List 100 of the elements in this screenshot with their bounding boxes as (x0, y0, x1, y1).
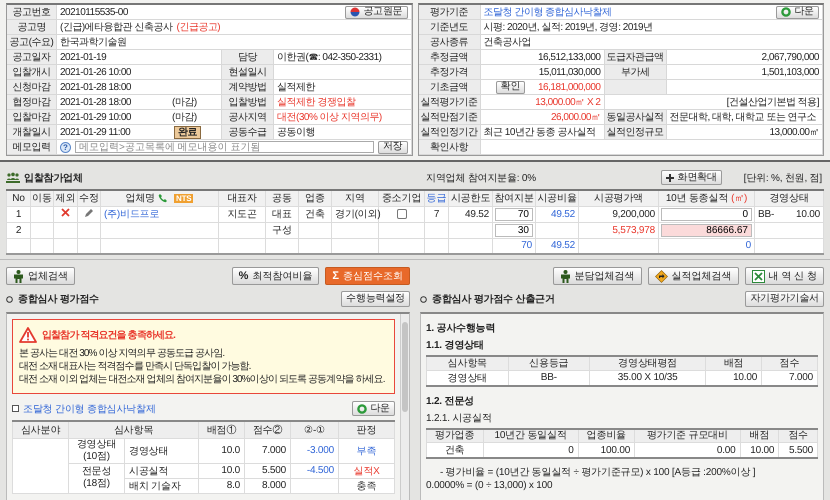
urgent-tag: (긴급공고) (176, 20, 220, 34)
column-header: 신용등급 (508, 356, 590, 370)
verdict-cell: 실적X (338, 463, 394, 478)
field-label: 공사지역 (222, 110, 274, 125)
field-label: 공고번호 (7, 5, 57, 20)
help-icon[interactable]: ? (60, 142, 71, 152)
field-value: 실적제한 경쟁입찰 (277, 96, 356, 109)
column-header: 대표자 (218, 190, 266, 206)
column-header: ②-① (290, 421, 339, 438)
criteria-link[interactable]: 조달청 간이형 종합심사낙찰제 (484, 5, 612, 19)
region-share-text: 지역업체 참여지분율: 0% (426, 172, 536, 184)
field-label: 공사종류 (418, 35, 480, 50)
column-header: 시공한도 (448, 190, 492, 206)
field-label: 개찰일시 (7, 125, 57, 140)
table-cell: 8.0 (198, 478, 245, 493)
column-header: 10년간 동일실적 (483, 428, 578, 442)
table-cell: 건축 (426, 442, 483, 458)
table-cell: 9,200,000 (578, 206, 658, 222)
status-text: (마감) (172, 111, 197, 124)
record-input[interactable]: 0 (661, 208, 752, 220)
spreadsheet-icon (752, 270, 765, 282)
field-value: 전문대학, 대학, 대학교 또는 연구소 (670, 111, 816, 124)
section-title: 종합심사 평가점수 (18, 293, 99, 306)
column-header: 점수 (762, 356, 818, 370)
field-label: 현설일시 (222, 65, 274, 80)
self-assessment-button[interactable]: 자기평가기술서 (745, 291, 824, 307)
share-input[interactable]: 30 (495, 224, 533, 236)
field-label: 실적인정규모 (604, 125, 666, 140)
delete-icon[interactable] (61, 208, 70, 217)
scrollbar[interactable] (402, 322, 408, 412)
bullet-icon (420, 296, 427, 302)
column-header: 평가기준 규모대비 (634, 428, 740, 442)
column-header: 배점 (740, 428, 779, 442)
diamond-sign-icon (654, 270, 668, 282)
column-header: 참여지분 (492, 190, 536, 206)
column-header: 경영상태 (754, 190, 824, 206)
column-header: 평가업종 (426, 428, 483, 442)
share-input[interactable]: 70 (495, 208, 533, 220)
table-cell: 건축 (298, 206, 332, 222)
column-header: 등급 (424, 190, 448, 206)
field-value: 16,512,133,000 (538, 52, 600, 62)
table-cell: 7.000 (244, 438, 291, 463)
action-button[interactable]: 업체검색 (6, 267, 75, 285)
field-value: 최근 10년간 동종 공사실적 (484, 126, 596, 139)
field-value: 건축공사업 (484, 36, 531, 49)
plus-icon (666, 174, 674, 182)
settings-button[interactable]: 수행능력설정 (341, 291, 410, 307)
field-label: 평가기준 (418, 5, 480, 20)
action-button[interactable]: % 최적참여비율 (232, 267, 320, 285)
table-cell: 5.500 (244, 463, 291, 478)
column-header: 배점① (198, 421, 245, 438)
table-cell: 5,573,978 (578, 222, 658, 238)
column-header: 점수 (778, 428, 818, 442)
column-header: 경영상태평점 (590, 356, 706, 370)
column-header: 점수② (244, 421, 291, 438)
field-label: 입찰방법 (222, 95, 274, 110)
action-button[interactable]: 내 역 신 청 (744, 267, 824, 285)
table-cell: 49.52 (448, 206, 492, 222)
warning-title: 입찰참가 적격요건을 충족하세요. (42, 329, 176, 342)
table-cell: 지도곤 (218, 206, 266, 222)
category-label: 전문성 (80, 466, 112, 478)
ring-icon (357, 404, 368, 414)
zoom-button[interactable]: 화면확대 (661, 170, 722, 185)
action-button[interactable]: 실적업체검색 (648, 267, 739, 285)
notice-document-button[interactable]: 공고원문 (345, 6, 408, 18)
column-header: 배점 (706, 356, 762, 370)
field-label: 부가세 (604, 65, 666, 80)
formula-text: 0.0000% = (0 ÷ 13,000) x 100 (426, 479, 554, 492)
record-input[interactable]: 86666.67 (661, 224, 752, 236)
credit-grade: BB- (758, 208, 774, 220)
section-heading: 1. 공사수행능력 (426, 322, 496, 335)
column-header: No (6, 190, 30, 206)
field-value: 16,181,000,000 (538, 82, 600, 92)
nts-badge: NTS (174, 194, 194, 203)
confirm-button[interactable]: 확인 (496, 80, 526, 94)
field-label: 공동수급 (222, 125, 274, 140)
person-icon (13, 270, 24, 282)
field-value: 공동이행 (277, 126, 315, 139)
field-value: 이한권(☎: 042-350-2331) (277, 51, 382, 64)
field-label: 신청마감 (7, 80, 57, 95)
field-value: 26,000.00㎡ (551, 111, 600, 124)
field-label: 담당 (222, 50, 274, 65)
action-button[interactable]: 분담업체검색 (552, 267, 642, 285)
warning-text: 대전 소재 이외 업체는 대전소재 업체의 참여지분율이 30%이상이 되도록 공동계약을 하세요. (19, 373, 386, 386)
method-link[interactable]: 조달청 간이형 종합심사낙찰제 (23, 402, 156, 416)
column-header: 업체명 (126, 192, 155, 206)
warning-icon (19, 327, 37, 343)
memo-input[interactable]: 메모입력>공고목록에 메모내용이 표기됨 (75, 141, 374, 153)
field-value: 13,000.00㎡ (770, 126, 819, 139)
field-label: 도급자관급액 (604, 50, 666, 65)
field-label: 실적만점기준 (418, 110, 480, 125)
warning-text: 대전 소재 대표사는 적격점수를 만족시 단독입찰이 가능함. (19, 360, 252, 373)
checkbox[interactable] (396, 208, 406, 219)
field-label: 계약방법 (222, 80, 274, 95)
section-heading: 1.2. 전문성 (426, 394, 475, 408)
column-header: 이동 (30, 190, 54, 206)
download-button[interactable]: 다운 (352, 401, 395, 416)
table-cell: 배치 기술자 (124, 478, 199, 493)
download-button[interactable]: 다운 (776, 6, 819, 18)
save-button[interactable]: 저장 (378, 140, 408, 154)
